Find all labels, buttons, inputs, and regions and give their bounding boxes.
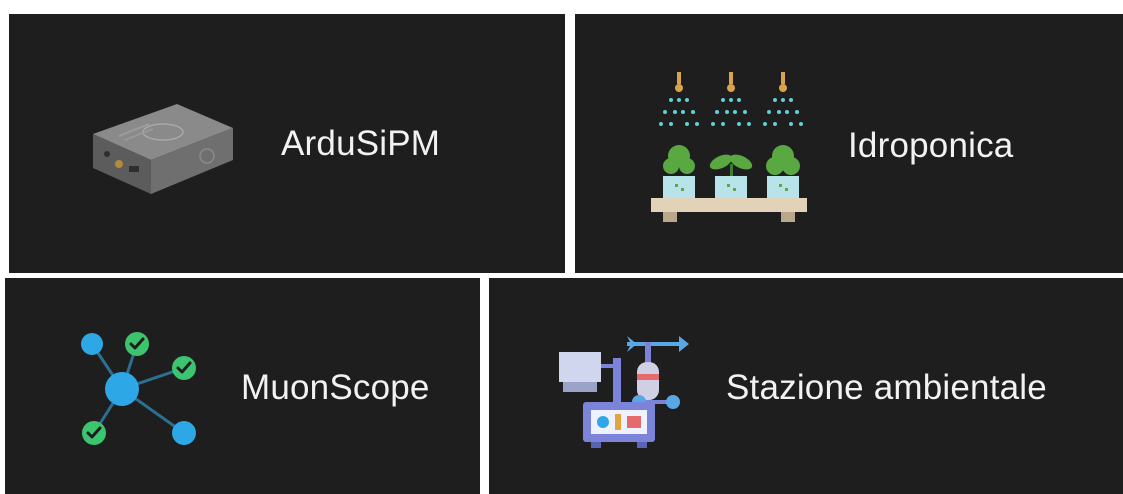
tile-idroponica[interactable]: Idroponica: [575, 14, 1123, 273]
weather-station-icon: [557, 328, 692, 458]
tile-stazione-ambientale[interactable]: Stazione ambientale: [489, 278, 1123, 494]
tile-label: ArduSiPM: [281, 124, 441, 163]
tile-label: MuonScope: [241, 368, 430, 407]
tile-muonscope[interactable]: MuonScope: [5, 278, 480, 494]
tile-ardusipm[interactable]: ArduSiPM: [9, 14, 565, 273]
hydroponics-icon: [649, 70, 809, 235]
ardusipm-device-icon: [79, 94, 239, 209]
tile-label: Idroponica: [848, 126, 1014, 165]
tile-label: Stazione ambientale: [726, 368, 1047, 407]
network-nodes-icon: [75, 326, 205, 461]
